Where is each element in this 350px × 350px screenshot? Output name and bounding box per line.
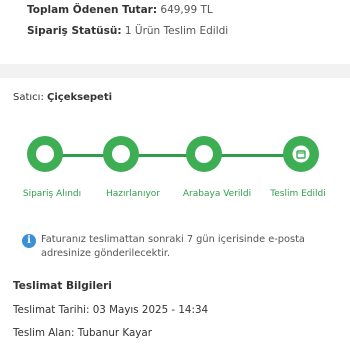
total-paid-label: Toplam Ödenen Tutar: — [27, 4, 158, 16]
tracking-progress-line — [45, 154, 300, 157]
step-label-shipped: Arabaya Verildi — [182, 189, 252, 199]
delivery-date-label: Teslimat Tarihi: — [13, 304, 90, 316]
receiver-label: Teslim Alan: — [13, 327, 75, 339]
total-paid-value: 649,99 TL — [160, 4, 213, 16]
section-divider — [0, 64, 350, 78]
payment-summary: Toplam Ödenen Tutar: 649,99 TL Sipariş S… — [0, 0, 350, 64]
step-delivered — [283, 136, 319, 172]
step-order-received — [27, 136, 63, 172]
order-status-value: 1 Ürün Teslim Edildi — [124, 25, 229, 37]
seller-label: Satıcı: — [13, 92, 44, 103]
step-label-preparing: Hazırlanıyor — [106, 189, 160, 199]
delivery-info-title: Teslimat Bilgileri — [13, 280, 112, 292]
invoice-notice: Faturanız teslimattan sonraki 7 gün içer… — [41, 234, 305, 259]
info-icon: i — [22, 234, 36, 248]
receiver-row: Teslim Alan: Tubanur Kayar — [13, 327, 152, 339]
receiver-value: Tubanur Kayar — [77, 327, 152, 339]
order-status-row: Sipariş Statüsü: 1 Ürün Teslim Edildi — [27, 25, 228, 37]
seller-name[interactable]: Çiçeksepeti — [47, 92, 112, 103]
delivery-date-value: 03 Mayıs 2025 - 14:34 — [92, 304, 209, 316]
step-shipped — [186, 136, 222, 172]
order-status-label: Sipariş Statüsü: — [27, 25, 122, 37]
step-preparing — [103, 136, 139, 172]
delivery-date-row: Teslimat Tarihi: 03 Mayıs 2025 - 14:34 — [13, 304, 208, 316]
step-label-delivered: Teslim Edildi — [270, 189, 326, 199]
circle-icon — [112, 145, 130, 163]
total-paid-row: Toplam Ödenen Tutar: 649,99 TL — [27, 4, 213, 16]
seller-info: Satıcı: Çiçeksepeti — [13, 92, 112, 103]
circle-icon — [195, 145, 213, 163]
step-label-order-received: Sipariş Alındı — [22, 189, 82, 199]
package-icon — [292, 145, 310, 163]
circle-icon — [36, 145, 54, 163]
